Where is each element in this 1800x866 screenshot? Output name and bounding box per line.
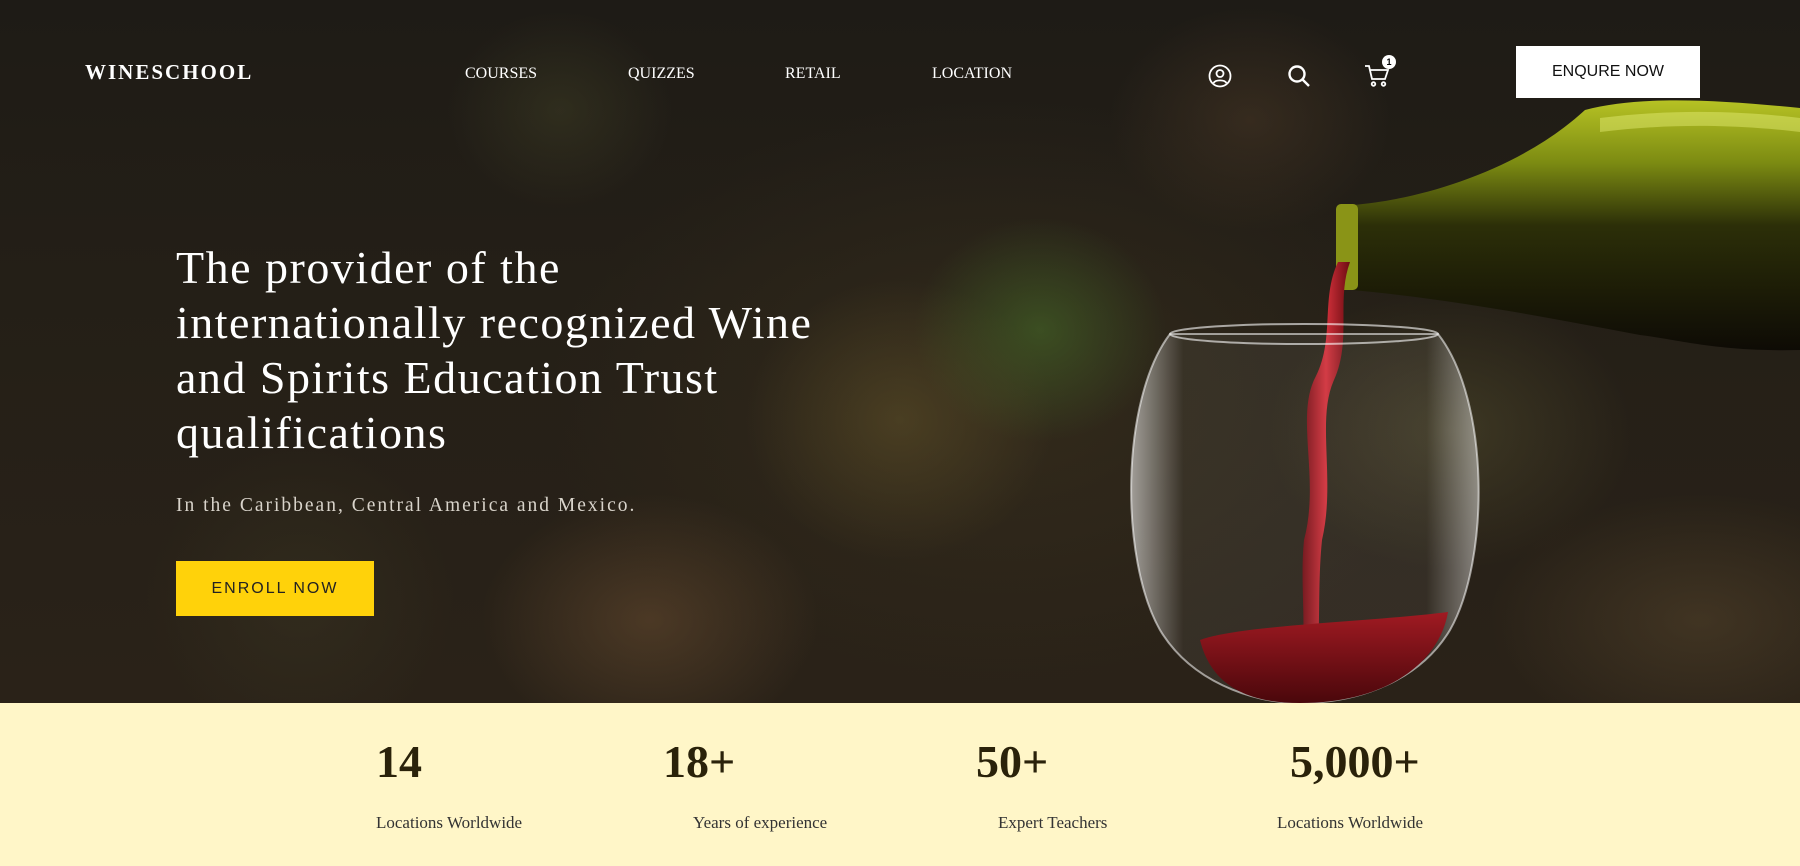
stat-value-teachers: 50+: [976, 736, 1049, 787]
nav-location[interactable]: LOCATION: [932, 65, 1012, 83]
hero-section: WINESCHOOL COURSES QUIZZES RETAIL LOCATI…: [0, 0, 1800, 703]
site-logo[interactable]: WINESCHOOL: [85, 60, 253, 85]
search-icon[interactable]: [1287, 64, 1311, 93]
nav-courses[interactable]: COURSES: [465, 65, 537, 83]
nav-quizzes[interactable]: QUIZZES: [628, 65, 695, 83]
stats-band: 14 Locations Worldwide 18+ Years of expe…: [0, 703, 1800, 866]
nav-retail[interactable]: RETAIL: [785, 65, 841, 83]
user-circle-icon[interactable]: [1208, 64, 1232, 93]
cart-icon[interactable]: 1: [1364, 55, 1396, 93]
stat-label-teachers: Expert Teachers: [998, 813, 1108, 832]
cart-count-badge: 1: [1382, 55, 1396, 69]
enroll-now-button[interactable]: ENROLL NOW: [176, 561, 374, 616]
bottle-shape: [1340, 100, 1800, 351]
stat-label-locations: Locations Worldwide: [376, 813, 523, 832]
hero-title: The provider of the internationally reco…: [176, 242, 813, 458]
stat-value-students: 5,000+: [1290, 736, 1420, 787]
stat-label-worldwide: Locations Worldwide: [1277, 813, 1424, 832]
enquire-now-button[interactable]: ENQURE NOW: [1516, 46, 1700, 98]
stat-value-experience: 18+: [663, 736, 736, 787]
stat-value-locations: 14: [376, 736, 422, 787]
hero-subtitle: In the Caribbean, Central America and Me…: [176, 495, 637, 516]
stat-label-experience: Years of experience: [693, 813, 828, 832]
